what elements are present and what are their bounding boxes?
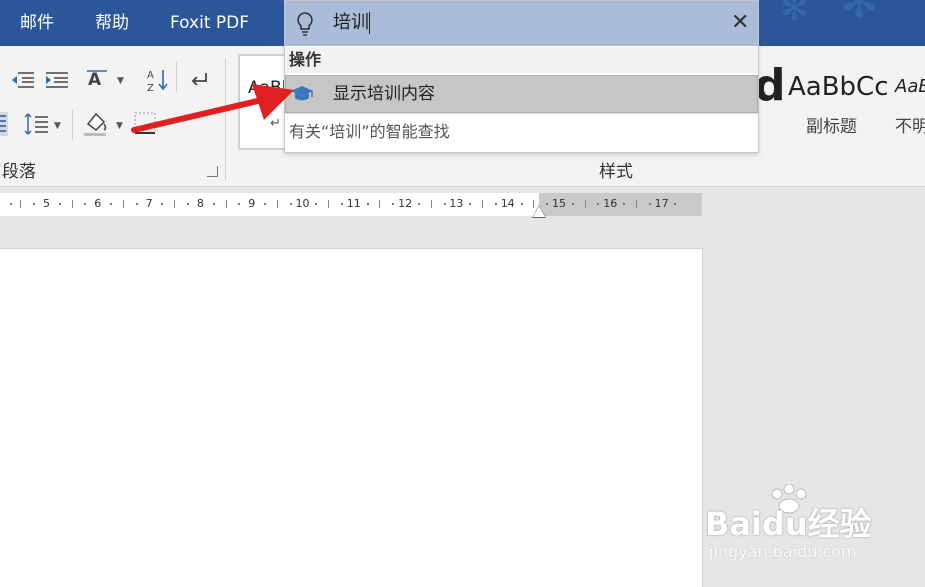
ruler-tick <box>482 200 484 208</box>
close-icon[interactable]: ✕ <box>731 11 749 35</box>
ruler-dot <box>597 203 600 205</box>
style-sample-subtitle[interactable]: AaBbCc <box>788 72 889 102</box>
baidu-watermark: Baidu经验 jingyan.baidu.com <box>705 483 925 584</box>
ruler-dot <box>520 203 523 205</box>
style-name-subtitle: 副标题 <box>806 117 857 137</box>
ruler-dot <box>212 203 215 205</box>
ruler-dot <box>469 203 472 205</box>
ruler-dot <box>110 203 113 205</box>
ruler-tick <box>71 200 73 208</box>
ruler-dot <box>238 203 241 205</box>
chevron-down-icon[interactable]: ▼ <box>54 121 61 131</box>
ruler-dot <box>10 203 12 205</box>
chevron-down-icon[interactable]: ▼ <box>116 121 123 131</box>
ruler-tick <box>379 200 381 208</box>
decrease-indent-icon[interactable] <box>10 70 36 95</box>
tab-mail[interactable]: 邮件 <box>20 12 54 34</box>
tell-me-search-box[interactable]: 培训 ✕ <box>285 1 758 46</box>
shading-icon[interactable] <box>82 110 110 143</box>
styles-group-label: 样式 <box>599 162 633 182</box>
ruler-number: 15 <box>552 197 566 210</box>
paragraph-group-label: 段落 <box>2 162 36 182</box>
ruler-number: 10 <box>295 197 310 210</box>
divider <box>72 110 73 140</box>
ruler-dot <box>392 203 395 205</box>
ruler-tick <box>635 200 637 208</box>
watermark-brand: Baidu经验 <box>705 505 872 543</box>
style-name-subtle: 不明 <box>895 117 925 137</box>
tab-help[interactable]: 帮助 <box>95 12 129 34</box>
svg-text:A: A <box>88 70 102 90</box>
ruler-number: 6 <box>94 197 102 210</box>
style-sample-subtle[interactable]: AaB <box>895 76 925 97</box>
ruler-number: 5 <box>43 197 50 210</box>
ruler-tick <box>584 200 586 208</box>
ruler-dot <box>366 203 369 205</box>
search-input[interactable]: 培训 <box>333 12 369 34</box>
ruler-dot <box>417 203 420 205</box>
decorative-snowflake-icon: ✻ <box>840 0 879 28</box>
ruler-tick <box>20 200 22 208</box>
chevron-down-icon[interactable]: ▼ <box>117 76 124 86</box>
ruler-number: 16 <box>603 197 618 210</box>
ruler-tick <box>122 200 124 208</box>
ruler-dot <box>623 203 626 205</box>
ruler-number: 14 <box>500 197 515 210</box>
line-spacing-icon[interactable] <box>24 112 50 141</box>
ruler-dot <box>315 203 318 205</box>
watermark-url: jingyan.baidu.com <box>709 542 857 561</box>
ruler-tick <box>328 200 330 208</box>
ruler-dot <box>135 203 138 205</box>
annotation-arrow <box>131 84 294 133</box>
ruler-number: 11 <box>346 197 361 210</box>
ruler-dot <box>648 203 651 205</box>
ruler-number: 7 <box>145 197 153 210</box>
ruler-dot <box>494 203 497 205</box>
ruler-number: 17 <box>654 197 669 210</box>
smart-lookup-item[interactable]: 有关“培训”的智能查找 <box>285 113 758 152</box>
section-header-label: 操作 <box>289 50 322 69</box>
ruler-tick <box>276 200 278 208</box>
ruler-dot <box>264 203 267 205</box>
text-direction-icon[interactable]: A <box>86 68 114 95</box>
dialog-launcher-icon[interactable] <box>207 166 218 177</box>
ruler-dot <box>187 203 190 205</box>
ruler-dot <box>674 203 677 205</box>
ruler-number: 9 <box>248 197 256 210</box>
ruler-dot <box>84 203 87 205</box>
tell-me-popup: 培训 ✕ 操作 显示培训内容 有关“培训”的智能查找 <box>284 0 759 153</box>
decorative-snowflake-icon: ✻ <box>780 0 809 29</box>
document-page[interactable] <box>0 248 703 587</box>
ruler-dot <box>289 203 292 205</box>
increase-indent-icon[interactable] <box>44 70 70 95</box>
right-indent-marker[interactable] <box>533 206 545 217</box>
ruler-dot <box>546 203 549 205</box>
ruler-number: 13 <box>449 197 464 210</box>
section-header: 操作 <box>285 47 758 73</box>
result-label: 显示培训内容 <box>333 84 435 104</box>
ruler-dot <box>340 203 343 205</box>
search-result-show-training-content[interactable]: 显示培训内容 <box>285 75 758 113</box>
ruler-number: 12 <box>398 197 413 210</box>
ruler-dot <box>58 203 61 205</box>
ruler-tick <box>225 200 227 208</box>
ruler-dot <box>33 203 36 205</box>
ruler-dot <box>443 203 446 205</box>
tab-foxit-pdf[interactable]: Foxit PDF <box>170 12 249 34</box>
smart-lookup-label: 有关“培训”的智能查找 <box>289 122 450 141</box>
ruler-dot <box>571 203 574 205</box>
lightbulb-icon <box>295 11 315 41</box>
ruler-dot <box>161 203 164 205</box>
ruler-tick <box>174 200 176 208</box>
ruler-tick <box>430 200 432 208</box>
align-justify-icon[interactable] <box>0 112 8 141</box>
ruler-number: 8 <box>196 197 204 210</box>
text-cursor <box>369 12 370 34</box>
